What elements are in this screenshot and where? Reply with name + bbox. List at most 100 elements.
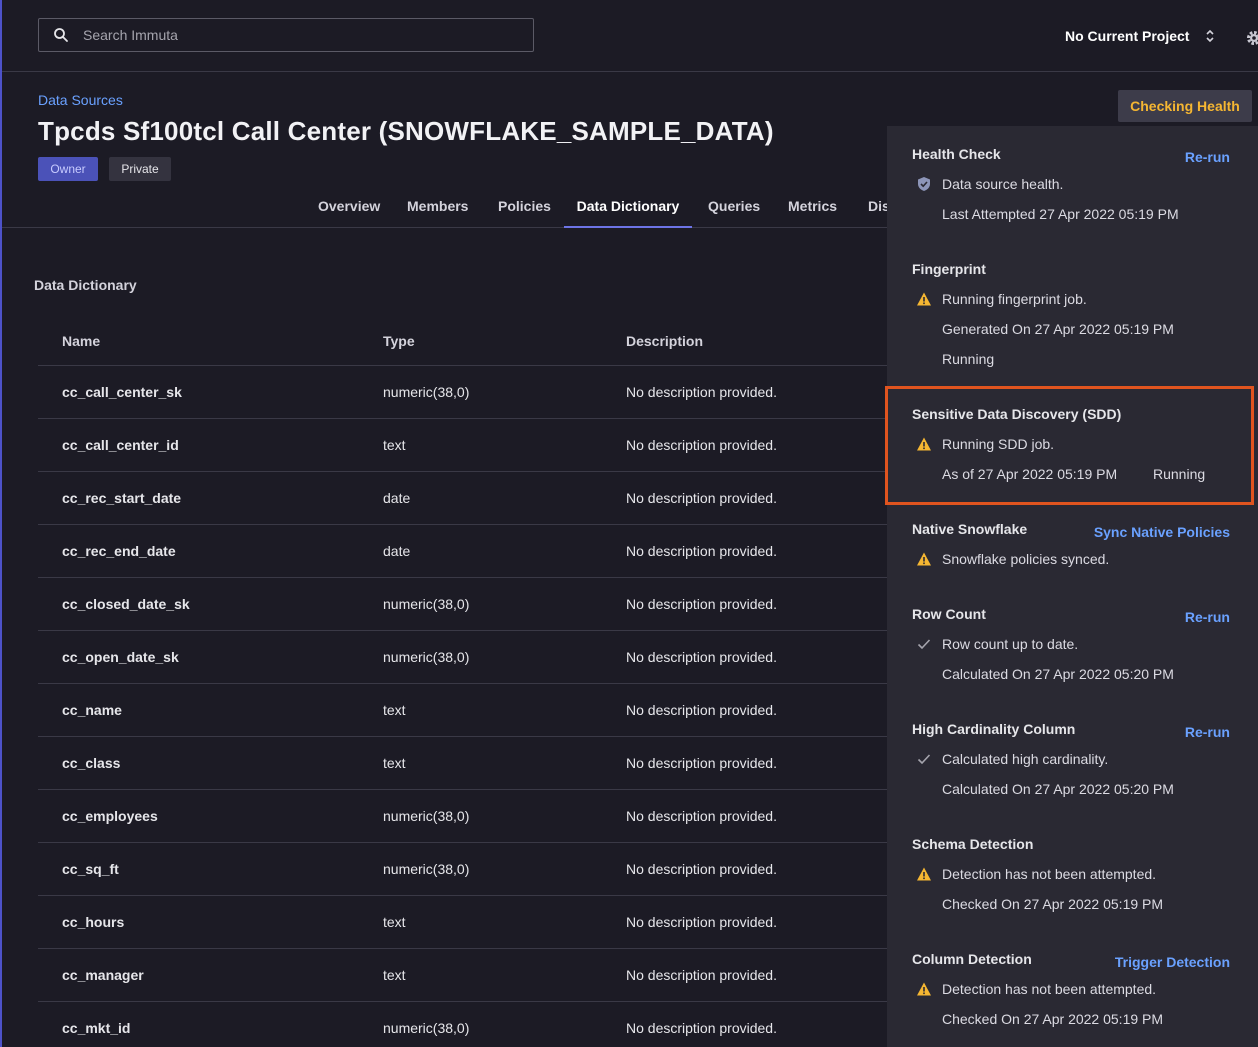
schema-detection-status: Detection has not been attempted. xyxy=(942,866,1157,882)
tab-queries[interactable]: Queries xyxy=(708,192,760,228)
warning-icon xyxy=(917,552,931,566)
column-detection-status: Detection has not been attempted. xyxy=(942,981,1157,997)
column-name-cell: cc_open_date_sk xyxy=(62,649,179,665)
tab-policies[interactable]: Policies xyxy=(498,192,551,228)
private-badge: Private xyxy=(109,157,171,181)
warning-icon xyxy=(917,982,931,996)
table-row[interactable]: cc_mkt_id numeric(38,0) No description pro… xyxy=(38,1002,887,1047)
gear-icon[interactable] xyxy=(1245,29,1258,47)
health-panel: Health Check Re-run Data source health. … xyxy=(887,126,1258,1047)
checking-health-button[interactable]: Checking Health xyxy=(1118,90,1252,122)
high-cardinality-status: Calculated high cardinality. xyxy=(942,751,1109,767)
column-type-cell: date xyxy=(383,490,411,506)
column-type-cell: date xyxy=(383,543,411,559)
top-bar: No Current Project xyxy=(2,0,1258,72)
column-description-cell: No description provided. xyxy=(626,490,777,506)
native-snowflake-title: Native Snowflake xyxy=(912,521,1028,537)
schema-detection-title: Schema Detection xyxy=(912,836,1034,852)
column-name-cell: cc_sq_ft xyxy=(62,861,119,877)
column-header-description[interactable]: Description xyxy=(626,333,887,349)
column-header-type[interactable]: Type xyxy=(383,333,626,349)
column-description-cell: No description provided. xyxy=(626,808,777,824)
sync-native-policies-link[interactable]: Sync Native Policies xyxy=(1094,524,1230,540)
left-accent-bar xyxy=(0,0,2,1047)
search-input[interactable] xyxy=(83,27,483,43)
native-snowflake-status: Snowflake policies synced. xyxy=(942,551,1110,567)
column-description-cell: No description provided. xyxy=(626,967,777,983)
data-dictionary-table: Name Type Description cc_call_center_skn… xyxy=(38,316,887,1047)
column-name-cell: cc_mkt_id xyxy=(62,1020,131,1036)
health-check-status: Data source health. xyxy=(942,176,1064,192)
column-type-cell: numeric(38,0) xyxy=(383,596,470,612)
tab-overview[interactable]: Overview xyxy=(318,192,380,228)
column-name-cell: cc_class xyxy=(62,755,121,771)
table-row[interactable]: cc_rec_start_date date No description prov… xyxy=(38,472,887,525)
tab-members[interactable]: Members xyxy=(407,192,468,228)
row-count-detail: Calculated On 27 Apr 2022 05:20 PM xyxy=(942,666,1174,682)
table-row[interactable]: cc_open_date_sk numeric(38,0) No descripti… xyxy=(38,631,887,684)
column-name-cell: cc_closed_date_sk xyxy=(62,596,190,612)
column-type-cell: numeric(38,0) xyxy=(383,649,470,665)
table-row[interactable]: cc_class text No description provided. xyxy=(38,737,887,790)
column-type-cell: numeric(38,0) xyxy=(383,384,470,400)
table-row[interactable]: cc_call_center_id text No description prov… xyxy=(38,419,887,472)
health-check-rerun-link[interactable]: Re-run xyxy=(1185,149,1230,165)
project-label: No Current Project xyxy=(1065,28,1190,44)
health-check-detail: Last Attempted 27 Apr 2022 05:19 PM xyxy=(942,206,1179,222)
row-count-rerun-link[interactable]: Re-run xyxy=(1185,609,1230,625)
tab-bar: Overview Members Policies Data Dictionar… xyxy=(2,192,890,228)
table-row[interactable]: cc_rec_end_date date No description provid… xyxy=(38,525,887,578)
column-detection-detail: Checked On 27 Apr 2022 05:19 PM xyxy=(942,1011,1164,1027)
schema-detection-detail: Checked On 27 Apr 2022 05:19 PM xyxy=(942,896,1164,912)
search-box[interactable] xyxy=(38,18,534,52)
table-row[interactable]: cc_manager text No description provided. xyxy=(38,949,887,1002)
table-row[interactable]: cc_employees numeric(38,0) No description … xyxy=(38,790,887,843)
column-detection-title: Column Detection xyxy=(912,951,1032,967)
column-description-cell: No description provided. xyxy=(626,914,777,930)
fingerprint-title: Fingerprint xyxy=(912,261,986,277)
check-icon xyxy=(917,754,931,765)
breadcrumb[interactable]: Data Sources xyxy=(38,92,123,108)
project-selector[interactable]: No Current Project xyxy=(1065,28,1215,44)
health-check-title: Health Check xyxy=(912,146,1001,162)
high-cardinality-detail: Calculated On 27 Apr 2022 05:20 PM xyxy=(942,781,1174,797)
column-description-cell: No description provided. xyxy=(626,755,777,771)
column-name-cell: cc_call_center_id xyxy=(62,437,179,453)
tab-metrics[interactable]: Metrics xyxy=(788,192,837,228)
column-type-cell: text xyxy=(383,967,406,983)
trigger-detection-link[interactable]: Trigger Detection xyxy=(1115,954,1230,970)
data-dictionary-title: Data Dictionary xyxy=(34,277,137,293)
column-type-cell: text xyxy=(383,702,406,718)
column-description-cell: No description provided. xyxy=(626,1020,777,1036)
column-description-cell: No description provided. xyxy=(626,702,777,718)
column-description-cell: No description provided. xyxy=(626,596,777,612)
column-type-cell: text xyxy=(383,914,406,930)
table-row[interactable]: cc_name text No description provided. xyxy=(38,684,887,737)
column-name-cell: cc_manager xyxy=(62,967,144,983)
table-row[interactable]: cc_call_center_sk numeric(38,0) No descrip… xyxy=(38,366,887,419)
column-description-cell: No description provided. xyxy=(626,861,777,877)
table-row[interactable]: cc_closed_date_sk numeric(38,0) No descrip… xyxy=(38,578,887,631)
column-header-name[interactable]: Name xyxy=(38,333,383,349)
owner-badge: Owner xyxy=(38,157,98,181)
column-description-cell: No description provided. xyxy=(626,384,777,400)
table-row[interactable]: cc_sq_ft numeric(38,0) No description prov… xyxy=(38,843,887,896)
sdd-highlight-box xyxy=(885,386,1254,505)
tab-data-dictionary[interactable]: Data Dictionary xyxy=(564,192,692,228)
high-cardinality-rerun-link[interactable]: Re-run xyxy=(1185,724,1230,740)
column-description-cell: No description provided. xyxy=(626,649,777,665)
column-description-cell: No description provided. xyxy=(626,437,777,453)
fingerprint-detail: Generated On 27 Apr 2022 05:19 PM xyxy=(942,321,1174,337)
column-name-cell: cc_rec_end_date xyxy=(62,543,176,559)
table-row[interactable]: cc_hours text No description provided. xyxy=(38,896,887,949)
row-count-title: Row Count xyxy=(912,606,986,622)
check-icon xyxy=(917,639,931,650)
column-name-cell: cc_rec_start_date xyxy=(62,490,182,506)
column-name-cell: cc_call_center_sk xyxy=(62,384,182,400)
column-name-cell: cc_name xyxy=(62,702,122,718)
warning-icon xyxy=(917,867,931,881)
column-type-cell: numeric(38,0) xyxy=(383,861,470,877)
column-type-cell: text xyxy=(383,755,406,771)
column-type-cell: text xyxy=(383,437,406,453)
search-icon xyxy=(54,28,68,42)
